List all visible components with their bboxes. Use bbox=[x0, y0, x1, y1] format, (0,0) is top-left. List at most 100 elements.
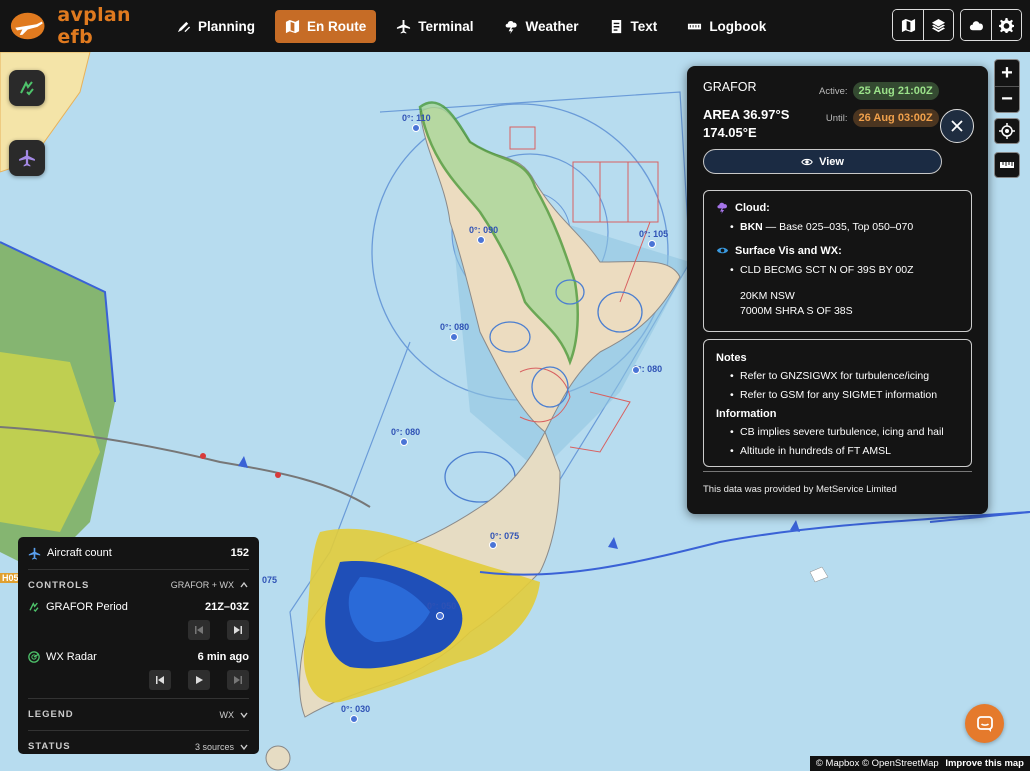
gear-icon bbox=[999, 17, 1014, 33]
altitude-label: 0°: 080 bbox=[391, 427, 421, 437]
grafor-toggle-button[interactable] bbox=[9, 70, 45, 106]
altitude-label: 0°: 050 bbox=[427, 601, 457, 611]
note-item: Refer to GNZSIGWX for turbulence/icing bbox=[730, 370, 959, 383]
waypoint-dot[interactable] bbox=[450, 333, 458, 341]
document-icon bbox=[611, 19, 621, 33]
zoom-in-button[interactable]: + bbox=[995, 60, 1019, 86]
close-icon bbox=[951, 120, 963, 132]
altitude-label: 0°: 105 bbox=[639, 229, 669, 239]
waypoint-dot[interactable] bbox=[412, 124, 420, 132]
view-button[interactable]: View bbox=[703, 149, 942, 174]
validity-times: Active: 25 Aug 21:00Z Until: 26 Aug 03:0… bbox=[819, 82, 939, 136]
legend-section-toggle[interactable]: LEGEND WX bbox=[28, 698, 249, 730]
legend-title: LEGEND bbox=[28, 709, 74, 720]
info-item: CB implies severe turbulence, icing and … bbox=[730, 426, 959, 439]
ruler-button[interactable] bbox=[994, 152, 1020, 178]
chat-support-button[interactable] bbox=[965, 704, 1004, 743]
improve-map-link[interactable]: Improve this map bbox=[945, 758, 1024, 769]
waypoint-dot[interactable] bbox=[648, 240, 656, 248]
waypoint-dot[interactable] bbox=[350, 715, 358, 723]
until-label: Until: bbox=[825, 112, 848, 124]
settings-group bbox=[960, 9, 1022, 41]
active-label: Active: bbox=[819, 85, 848, 97]
note-item: Refer to GSM for any SIGMET information bbox=[730, 389, 959, 402]
grafor-next-button[interactable] bbox=[227, 620, 249, 640]
vis-line: 20KM NSW bbox=[740, 290, 795, 302]
cloud-section: Cloud: BKN — Base 025–035, Top 050–070 S… bbox=[703, 190, 972, 332]
nav-en-route[interactable]: En Route bbox=[275, 9, 377, 43]
radar-next-button[interactable] bbox=[227, 670, 249, 690]
radar-play-button[interactable] bbox=[188, 670, 210, 690]
nav-terminal[interactable]: Terminal bbox=[386, 10, 483, 43]
wx-radar-row: WX Radar 6 min ago bbox=[28, 648, 249, 666]
wx-radar-label: WX Radar bbox=[46, 651, 97, 663]
grafor-period-value: 21Z–03Z bbox=[204, 601, 249, 613]
zoom-out-button[interactable]: − bbox=[995, 86, 1019, 112]
nav-terminal-label: Terminal bbox=[418, 18, 474, 34]
grafor-previous-button[interactable] bbox=[188, 620, 210, 640]
waypoint-dot[interactable] bbox=[436, 612, 444, 620]
radar-player bbox=[28, 670, 249, 690]
altitude-label: 0°: 110 bbox=[402, 113, 431, 123]
locate-button[interactable] bbox=[994, 118, 1020, 144]
settings-button[interactable] bbox=[991, 10, 1021, 40]
aircraft-toggle-button[interactable] bbox=[9, 140, 45, 176]
info-heading: Information bbox=[716, 408, 777, 420]
nav-weather-label: Weather bbox=[525, 18, 579, 34]
skip-forward-icon bbox=[234, 626, 242, 634]
cloud-detail: BKN — Base 025–035, Top 050–070 bbox=[730, 221, 959, 234]
skip-back-icon bbox=[156, 676, 164, 684]
cloud-sync-button[interactable] bbox=[961, 10, 991, 40]
map-tools-group bbox=[892, 9, 954, 41]
altitude-label: 0°: 075 bbox=[490, 531, 520, 541]
cloud-heading: Cloud: bbox=[735, 201, 770, 214]
app-logo[interactable]: avplan efb bbox=[0, 4, 160, 48]
grafor-player bbox=[28, 620, 249, 640]
map-icon bbox=[285, 19, 300, 33]
controls-section-toggle[interactable]: CONTROLS GRAFOR + WX bbox=[28, 572, 249, 598]
map-controls-panel: Aircraft count 152 CONTROLS GRAFOR + WX … bbox=[18, 537, 259, 754]
waypoint-dot[interactable] bbox=[477, 236, 485, 244]
controls-title: CONTROLS bbox=[28, 579, 90, 591]
waypoint-dot[interactable] bbox=[400, 438, 408, 446]
grafor-period-row: GRAFOR Period 21Z–03Z bbox=[28, 598, 249, 616]
nav-planning[interactable]: Planning bbox=[166, 10, 265, 43]
nav-logbook-label: Logbook bbox=[709, 18, 767, 34]
chat-icon bbox=[976, 715, 993, 732]
cloud-description: — Base 025–035, Top 050–070 bbox=[762, 221, 914, 233]
skip-forward-icon bbox=[234, 676, 242, 684]
nav-text[interactable]: Text bbox=[599, 10, 668, 43]
notes-section: Notes Refer to GNZSIGWX for turbulence/i… bbox=[703, 339, 972, 467]
grafor-period-label: GRAFOR Period bbox=[46, 601, 128, 613]
chevron-up-icon bbox=[240, 581, 248, 588]
nav-weather[interactable]: Weather bbox=[494, 10, 589, 43]
map-view-button[interactable] bbox=[893, 10, 923, 40]
top-navigation-bar: avplan efb Planning En Route Terminal We… bbox=[0, 0, 1030, 52]
wx-radar-value: 6 min ago bbox=[197, 651, 249, 663]
attribution-text[interactable]: © Mapbox © OpenStreetMap bbox=[816, 758, 939, 769]
chevron-down-icon bbox=[240, 712, 248, 718]
top-right-tools bbox=[886, 9, 1022, 41]
vis-line: CLD BECMG SCT N OF 39S BY 00Z bbox=[730, 264, 959, 277]
cloud-bolt-icon bbox=[717, 202, 728, 214]
waypoint-dot[interactable] bbox=[489, 541, 497, 549]
altitude-label: 075 bbox=[262, 575, 278, 585]
vis-heading: Surface Vis and WX: bbox=[735, 244, 842, 257]
cloud-code: BKN bbox=[740, 221, 763, 233]
waypoint-dot[interactable] bbox=[632, 366, 640, 374]
close-panel-button[interactable] bbox=[940, 109, 974, 143]
app-brand-name: avplan efb bbox=[57, 4, 131, 48]
aircraft-count-value: 152 bbox=[230, 547, 249, 559]
plane-icon bbox=[28, 547, 41, 560]
until-time-badge: 26 Aug 03:00Z bbox=[852, 109, 939, 127]
layers-button[interactable] bbox=[923, 10, 953, 40]
status-section-toggle[interactable]: STATUS 3 sources bbox=[28, 730, 249, 762]
zoom-controls: + − bbox=[994, 59, 1020, 113]
radar-previous-button[interactable] bbox=[149, 670, 171, 690]
cloud-icon bbox=[969, 20, 983, 30]
status-title: STATUS bbox=[28, 741, 71, 752]
nav-logbook[interactable]: Logbook bbox=[677, 10, 776, 43]
play-icon bbox=[196, 676, 203, 684]
active-time-badge: 25 Aug 21:00Z bbox=[852, 82, 939, 100]
avplan-logo-icon bbox=[10, 12, 45, 40]
